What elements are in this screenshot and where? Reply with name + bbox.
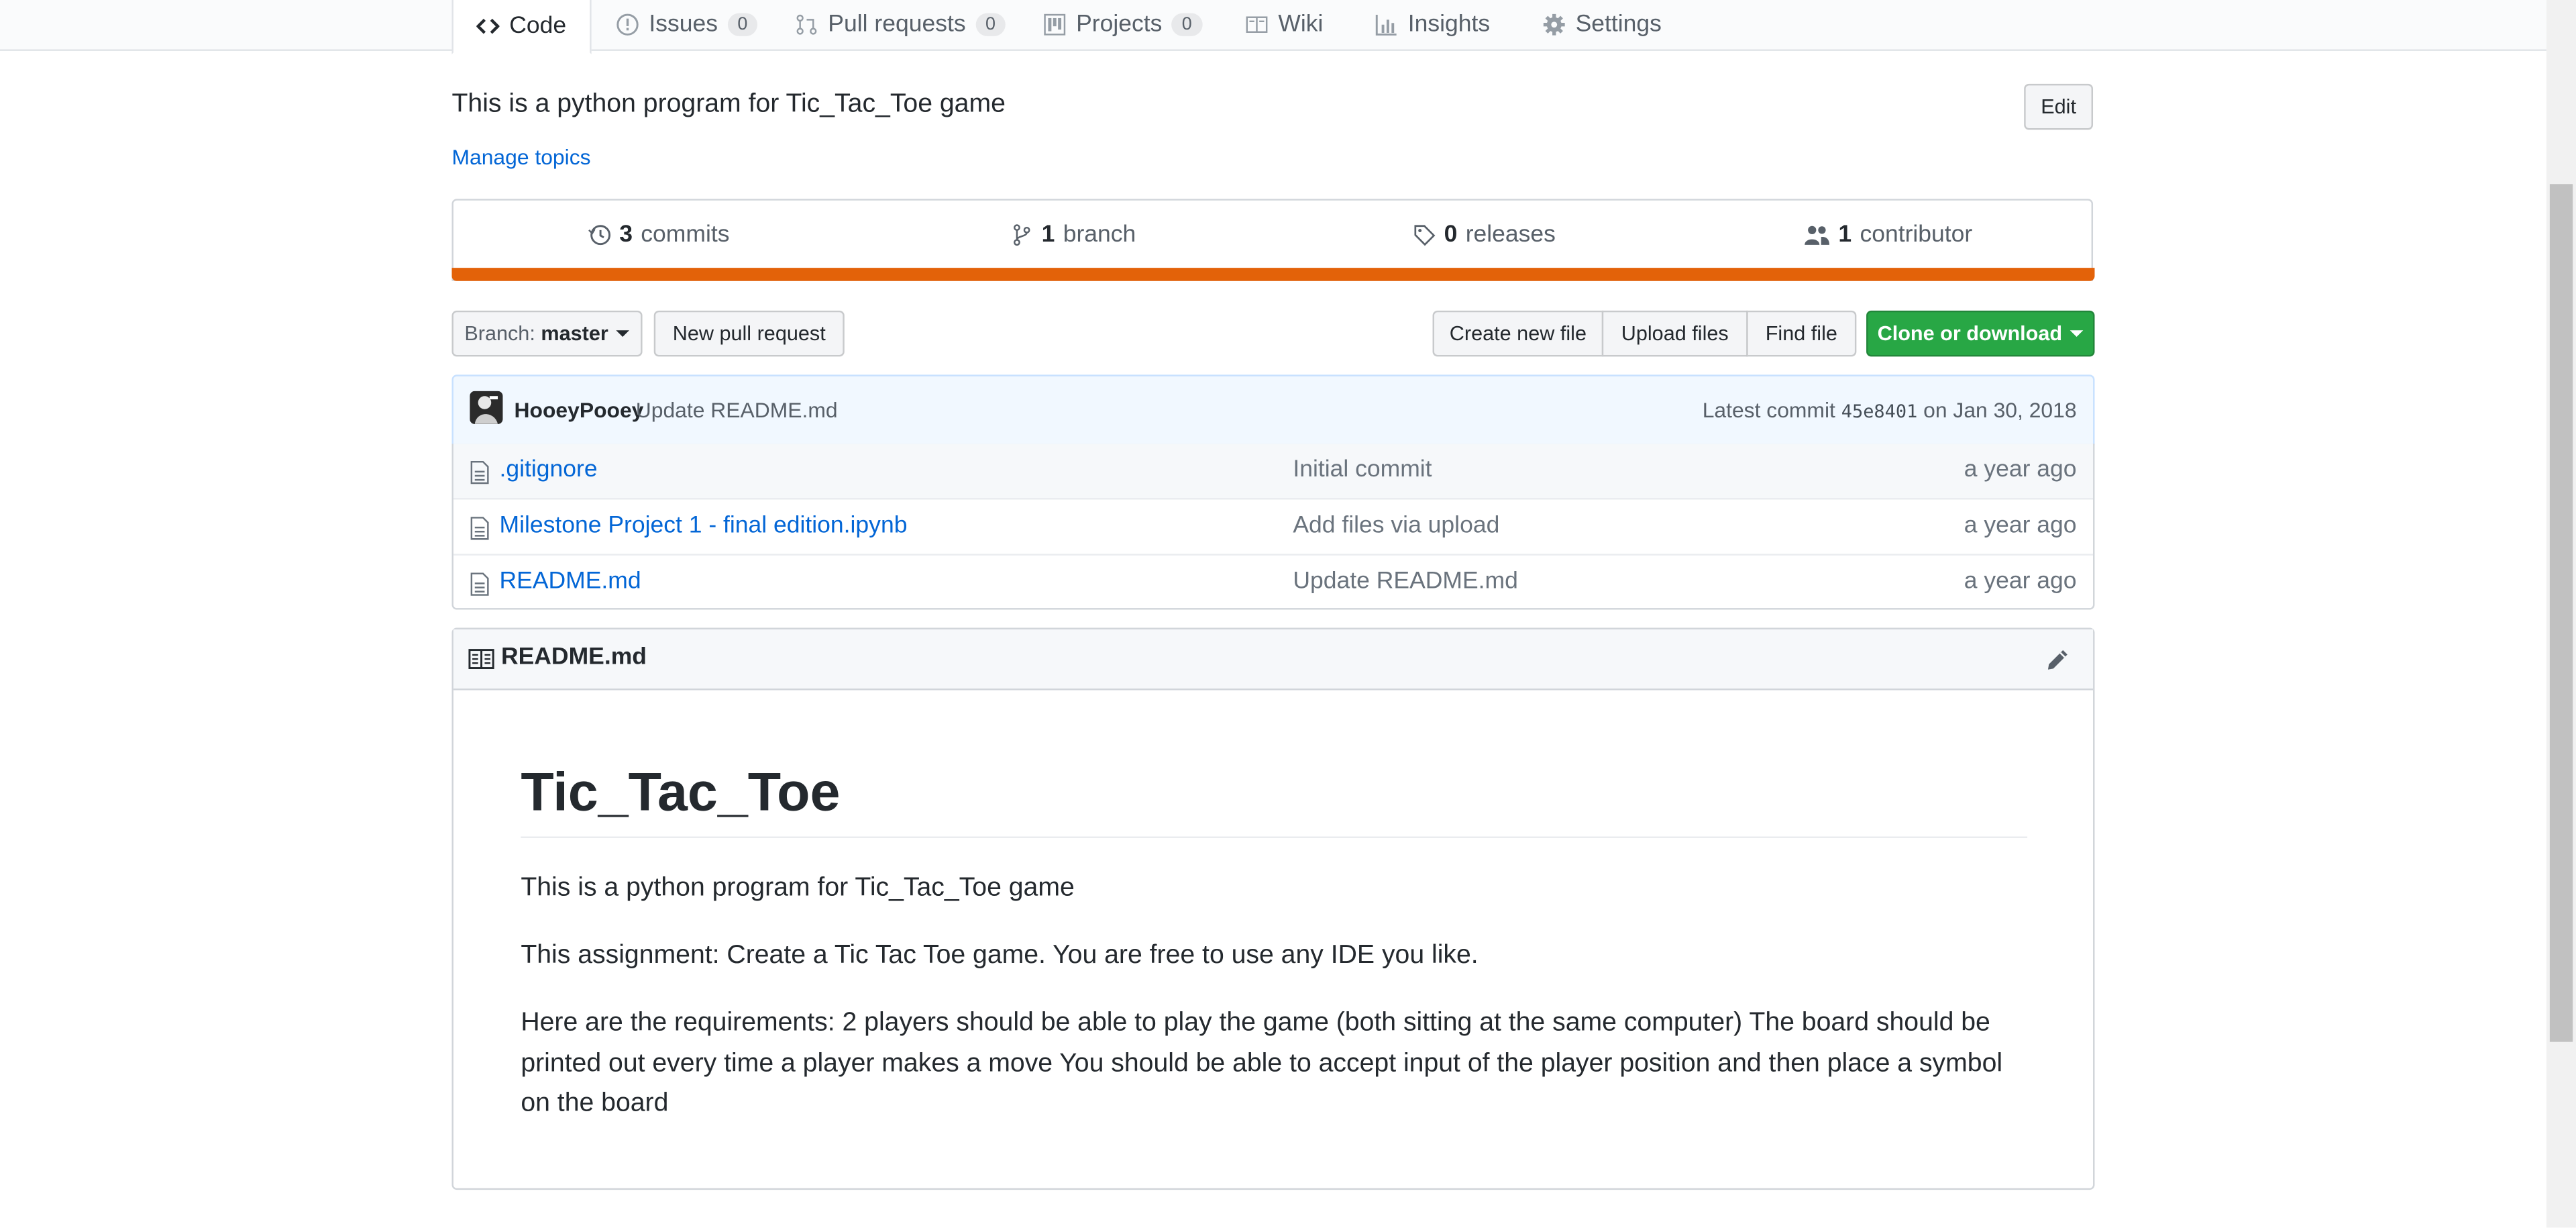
commits-count: 3 bbox=[619, 221, 633, 248]
people-icon bbox=[1805, 225, 1829, 245]
file-icon bbox=[470, 517, 489, 540]
commit-author[interactable]: HooeyPooey bbox=[515, 398, 644, 423]
tab-code-label: Code bbox=[509, 13, 567, 40]
file-name-link[interactable]: .gitignore bbox=[499, 457, 597, 483]
tab-insights-label: Insights bbox=[1407, 11, 1491, 38]
pencil-icon[interactable] bbox=[2045, 648, 2070, 672]
file-list: .gitignore Initial commit a year ago Mil… bbox=[451, 444, 2095, 610]
language-bar[interactable] bbox=[451, 268, 2095, 281]
contributors-summary[interactable]: 1 contributor bbox=[1804, 222, 1972, 248]
readme-paragraph: This assignment: Create a Tic Tac Toe ga… bbox=[521, 941, 1479, 970]
file-name-link[interactable]: Milestone Project 1 - final edition.ipyn… bbox=[499, 513, 907, 539]
branch-label: branch bbox=[1063, 221, 1136, 248]
branch-icon bbox=[1014, 224, 1030, 246]
caret-down-icon bbox=[616, 330, 630, 338]
upload-files-button[interactable]: Upload files bbox=[1601, 310, 1748, 357]
latest-commit-info: Latest commit 45e8401 on Jan 30, 2018 bbox=[1703, 398, 2077, 423]
readme-filename: README.md bbox=[500, 644, 647, 671]
table-row: .gitignore Initial commit a year ago bbox=[453, 444, 2094, 499]
scrollbar-thumb[interactable] bbox=[2549, 184, 2573, 1042]
branch-select-button[interactable]: Branch: master bbox=[451, 310, 643, 357]
releases-count: 0 bbox=[1444, 221, 1458, 248]
edit-description-button[interactable]: Edit bbox=[2024, 83, 2094, 130]
scrollbar[interactable] bbox=[2546, 0, 2576, 1228]
repo-description: This is a python program for Tic_Tac_Toe… bbox=[451, 90, 1006, 119]
clone-or-download-button[interactable]: Clone or download bbox=[1866, 310, 2095, 357]
latest-commit-bar: HooeyPooey Update README.md Latest commi… bbox=[451, 374, 2095, 446]
find-file-button[interactable]: Find file bbox=[1746, 310, 1857, 357]
gear-icon bbox=[1543, 13, 1565, 36]
contributor-label: contributor bbox=[1860, 221, 1973, 248]
table-row: README.md Update README.md a year ago bbox=[453, 554, 2094, 609]
tag-icon bbox=[1414, 225, 1436, 246]
file-age: a year ago bbox=[1964, 568, 2077, 595]
commit-date: on Jan 30, 2018 bbox=[1923, 397, 2077, 423]
commits-label: commits bbox=[641, 221, 730, 248]
readme-header: README.md bbox=[453, 629, 2094, 690]
tab-projects[interactable]: Projects 0 bbox=[1043, 0, 1202, 49]
tab-insights[interactable]: Insights bbox=[1375, 0, 1490, 49]
tab-wiki-label: Wiki bbox=[1278, 11, 1324, 38]
clone-or-download-label: Clone or download bbox=[1877, 322, 2063, 346]
issue-icon bbox=[616, 13, 639, 36]
readme-paragraph: This is a python program for Tic_Tac_Toe… bbox=[521, 874, 1075, 903]
code-icon bbox=[476, 18, 500, 34]
caret-down-icon bbox=[2070, 330, 2084, 338]
pull-requests-count: 0 bbox=[975, 13, 1006, 36]
pull-request-icon bbox=[796, 14, 817, 35]
tab-wiki[interactable]: Wiki bbox=[1245, 0, 1323, 49]
avatar[interactable] bbox=[470, 391, 503, 424]
releases-label: releases bbox=[1465, 221, 1556, 248]
readme-box: README.md Tic_Tac_Toe This is a python p… bbox=[451, 627, 2095, 1190]
heading-divider bbox=[521, 836, 2028, 838]
project-icon bbox=[1044, 13, 1066, 36]
contributor-count: 1 bbox=[1838, 221, 1852, 248]
page: Code Issues 0 Pull requests 0 Projects 0… bbox=[0, 0, 2576, 1228]
releases-summary[interactable]: 0 releases bbox=[1413, 222, 1556, 248]
issues-count: 0 bbox=[727, 13, 758, 36]
file-age: a year ago bbox=[1964, 456, 2077, 484]
tab-settings-label: Settings bbox=[1575, 11, 1662, 38]
readme-heading: Tic_Tac_Toe bbox=[521, 760, 841, 822]
manage-topics-link[interactable]: Manage topics bbox=[451, 145, 590, 170]
file-age: a year ago bbox=[1964, 513, 2077, 540]
history-icon bbox=[588, 225, 611, 246]
tab-pull-requests-label: Pull requests bbox=[828, 11, 966, 38]
file-icon bbox=[470, 572, 489, 596]
readme-paragraph: Here are the requirements: 2 players sho… bbox=[521, 1009, 2003, 1118]
file-commit-message[interactable]: Initial commit bbox=[1293, 457, 1432, 483]
file-commit-message[interactable]: Add files via upload bbox=[1293, 513, 1499, 539]
tab-issues-label: Issues bbox=[649, 11, 718, 38]
file-icon bbox=[470, 460, 489, 484]
branch-prefix: Branch: bbox=[464, 322, 535, 346]
tab-issues[interactable]: Issues 0 bbox=[616, 0, 758, 49]
file-name-link[interactable]: README.md bbox=[499, 568, 641, 595]
latest-commit-prefix: Latest commit bbox=[1702, 397, 1835, 423]
file-commit-message[interactable]: Update README.md bbox=[1293, 568, 1518, 595]
tab-code[interactable]: Code bbox=[451, 0, 591, 54]
commit-sha[interactable]: 45e8401 bbox=[1841, 401, 1918, 423]
table-row: Milestone Project 1 - final edition.ipyn… bbox=[453, 498, 2094, 554]
projects-count: 0 bbox=[1172, 13, 1202, 36]
avatar-image-icon bbox=[470, 391, 503, 424]
branch-count: 1 bbox=[1041, 221, 1055, 248]
book-icon bbox=[1246, 16, 1268, 33]
tab-pull-requests[interactable]: Pull requests 0 bbox=[795, 0, 1006, 49]
create-new-file-button[interactable]: Create new file bbox=[1432, 310, 1604, 357]
commits-summary[interactable]: 3 commits bbox=[588, 222, 730, 248]
graph-icon bbox=[1375, 15, 1397, 36]
tab-settings[interactable]: Settings bbox=[1543, 0, 1662, 49]
branch-name: master bbox=[541, 322, 608, 346]
tab-projects-label: Projects bbox=[1076, 11, 1163, 38]
new-pull-request-button[interactable]: New pull request bbox=[653, 310, 845, 357]
repo-nav: Code Issues 0 Pull requests 0 Projects 0… bbox=[0, 0, 2546, 54]
book-icon bbox=[468, 649, 494, 669]
branch-summary[interactable]: 1 branch bbox=[1010, 222, 1136, 248]
commit-message[interactable]: Update README.md bbox=[636, 398, 838, 423]
